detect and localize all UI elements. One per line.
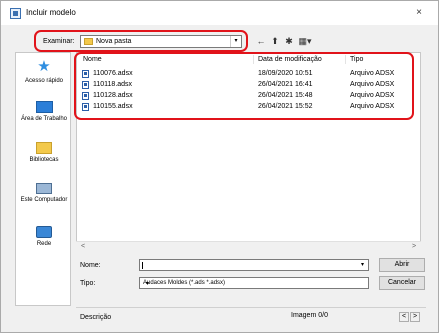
place-label: Bibliotecas — [29, 157, 59, 163]
file-name: 110076.adsx — [93, 70, 133, 77]
file-type-label: Tipo: — [80, 280, 96, 287]
place-desktop[interactable]: Área de Trabalho — [16, 101, 72, 123]
horizontal-scrollbar[interactable]: < > — [76, 241, 421, 252]
place-network[interactable]: Rede — [16, 226, 72, 248]
column-header-name[interactable]: Nome — [83, 56, 102, 63]
column-header-date[interactable]: Data de modificação — [258, 56, 322, 63]
chevron-down-icon[interactable]: ▾ — [143, 280, 152, 289]
scroll-right-icon[interactable]: > — [409, 242, 419, 252]
current-folder: Nova pasta — [96, 38, 132, 45]
close-button[interactable]: × — [412, 7, 426, 19]
place-label: Este Computador — [20, 197, 68, 203]
column-divider[interactable] — [345, 55, 346, 64]
desktop-icon — [35, 101, 53, 113]
file-type: Arquivo ADSX — [350, 103, 395, 110]
file-list: Nome Data de modificação Tipo 110076.ads… — [76, 52, 421, 252]
cancel-button[interactable]: Cancelar — [379, 276, 425, 290]
look-in-label: Examinar: — [43, 38, 75, 45]
file-date: 18/09/2020 10:51 — [258, 70, 313, 77]
places-bar: ★ Acesso rápido Área de Trabalho Bibliot… — [15, 52, 71, 306]
file-name: 110118.adsx — [93, 81, 133, 88]
preview-panel — [76, 307, 426, 331]
folder-icon — [84, 38, 93, 45]
folder-combo[interactable]: Nova pasta ▾ — [80, 35, 242, 48]
view-menu-icon[interactable]: ▦▾ — [297, 36, 313, 47]
file-name: 110128.adsx — [93, 92, 133, 99]
place-label: Rede — [36, 241, 52, 247]
adsx-file-icon — [82, 70, 89, 78]
file-name-label: Nome: — [80, 262, 101, 269]
new-folder-icon[interactable]: ✱ — [283, 36, 295, 47]
file-date: 26/04/2021 15:52 — [258, 103, 313, 110]
place-this-pc[interactable]: Este Computador — [16, 183, 72, 204]
adsx-file-icon — [82, 81, 89, 89]
file-row[interactable]: 110076.adsx 18/09/2020 10:51 Arquivo ADS… — [80, 69, 415, 79]
up-folder-icon[interactable]: ⬆ — [269, 36, 281, 47]
computer-icon — [36, 183, 52, 194]
file-name: 110155.adsx — [93, 103, 133, 110]
scroll-left-icon[interactable]: < — [78, 242, 88, 252]
chevron-down-icon[interactable]: ▾ — [230, 36, 241, 47]
next-image-button[interactable]: > — [410, 312, 420, 322]
place-libraries[interactable]: Bibliotecas — [16, 142, 72, 164]
file-date: 26/04/2021 15:48 — [258, 92, 313, 99]
file-row[interactable]: 110128.adsx 26/04/2021 15:48 Arquivo ADS… — [80, 91, 415, 101]
file-name-field[interactable]: ▾ — [139, 259, 369, 271]
star-icon: ★ — [37, 58, 51, 75]
column-divider[interactable] — [253, 55, 254, 64]
file-type: Arquivo ADSX — [350, 81, 395, 88]
file-date: 26/04/2021 16:41 — [258, 81, 313, 88]
adsx-file-icon — [82, 103, 89, 111]
column-header-type[interactable]: Tipo — [350, 56, 363, 63]
text-caret — [142, 262, 143, 269]
place-quick-access[interactable]: ★ Acesso rápido — [16, 59, 72, 85]
place-label: Área de Trabalho — [20, 116, 68, 122]
file-type-value: Audaces Moldes (*.ads *.adsx) — [143, 280, 226, 286]
library-icon — [36, 142, 52, 154]
place-label: Acesso rápido — [24, 78, 64, 84]
chevron-down-icon[interactable]: ▾ — [358, 261, 367, 270]
network-icon — [36, 226, 52, 238]
file-type: Arquivo ADSX — [350, 92, 395, 99]
include-model-dialog: Incluir modelo × Examinar: Nova pasta ▾ … — [0, 0, 439, 333]
adsx-file-icon — [82, 92, 89, 100]
title-bar: Incluir modelo × — [1, 1, 438, 25]
file-row[interactable]: 110118.adsx 26/04/2021 16:41 Arquivo ADS… — [80, 80, 415, 90]
window-title: Incluir modelo — [26, 8, 76, 17]
app-icon — [10, 8, 21, 19]
file-row[interactable]: 110155.adsx 26/04/2021 15:52 Arquivo ADS… — [80, 102, 415, 112]
previous-image-button[interactable]: < — [399, 312, 409, 322]
open-button[interactable]: Abrir — [379, 258, 425, 272]
file-type: Arquivo ADSX — [350, 70, 395, 77]
file-type-select[interactable]: Audaces Moldes (*.ads *.adsx) ▾ — [139, 277, 369, 289]
back-icon[interactable]: ← — [255, 36, 267, 47]
image-counter: Imagem 0/0 — [291, 312, 328, 319]
description-label: Descrição — [80, 314, 112, 321]
